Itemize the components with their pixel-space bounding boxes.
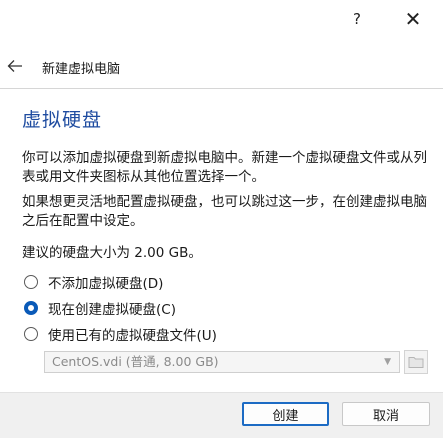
radio-button-selected[interactable] xyxy=(24,301,38,315)
option-use-existing-disk[interactable]: 使用已有的虚拟硬盘文件(U) xyxy=(24,324,217,344)
existing-disk-value: CentOS.vdi (普通, 8.00 GB) xyxy=(52,354,219,369)
folder-icon xyxy=(408,357,424,368)
close-icon: ✕ xyxy=(404,7,422,31)
option-no-disk[interactable]: 不添加虚拟硬盘(D) xyxy=(24,272,163,292)
page-heading: 虚拟硬盘 xyxy=(22,109,103,131)
option-label: 现在创建虚拟硬盘(C) xyxy=(48,302,176,318)
option-label: 使用已有的虚拟硬盘文件(U) xyxy=(48,328,217,344)
chevron-down-icon: ▼ xyxy=(384,357,391,367)
help-button[interactable]: ? xyxy=(342,6,372,32)
close-button[interactable]: ✕ xyxy=(398,6,428,32)
recommended-size-text: 建议的硬盘大小为 2.00 GB。 xyxy=(22,245,202,261)
option-label: 不添加虚拟硬盘(D) xyxy=(48,276,164,292)
option-create-disk[interactable]: 现在创建虚拟硬盘(C) xyxy=(24,298,176,318)
choose-disk-file-button[interactable] xyxy=(404,350,428,374)
title-bar: ? ✕ xyxy=(0,0,443,40)
help-icon: ? xyxy=(353,10,361,28)
wizard-nav-bar: 新建虚拟电脑 xyxy=(0,44,443,89)
arrow-left-icon xyxy=(7,60,22,72)
radio-button[interactable] xyxy=(24,275,38,289)
back-button[interactable] xyxy=(3,54,27,78)
create-button[interactable]: 创建 xyxy=(242,402,329,426)
existing-disk-select[interactable]: CentOS.vdi (普通, 8.00 GB) ▼ xyxy=(44,351,400,373)
description-text-2: 如果想更灵活地配置虚拟硬盘，也可以跳过这一步，在创建虚拟电脑之后在配置中设定。 xyxy=(22,194,427,229)
cancel-button[interactable]: 取消 xyxy=(342,402,430,426)
dialog-footer: 创建 取消 xyxy=(0,392,443,438)
wizard-title: 新建虚拟电脑 xyxy=(42,62,121,77)
radio-button[interactable] xyxy=(24,327,38,341)
description-text: 你可以添加虚拟硬盘到新虚拟电脑中。新建一个虚拟硬盘文件或从列表或用文件夹图标从其… xyxy=(22,150,427,185)
